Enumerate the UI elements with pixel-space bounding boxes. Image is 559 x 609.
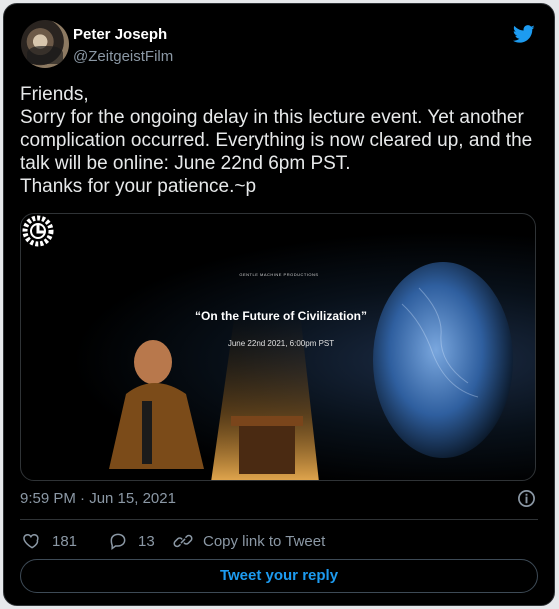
podium — [239, 422, 295, 474]
earth-planet — [373, 262, 513, 458]
copy-link-action[interactable]: Copy link to Tweet — [173, 531, 325, 551]
lecture-poster-image[interactable]: GENTLE MACHINE PRODUCTIONS “On the Futur… — [20, 213, 536, 481]
copy-link-label: Copy link to Tweet — [203, 532, 326, 550]
tweet-card: Peter Joseph @ZeitgeistFilm Friends, Sor… — [3, 3, 555, 606]
like-action[interactable]: 181 — [22, 531, 77, 551]
tweet-text: Friends, Sorry for the ongoing delay in … — [20, 84, 533, 197]
reply-count: 13 — [138, 532, 155, 550]
like-count: 181 — [52, 532, 78, 550]
author-handle[interactable]: @ZeitgeistFilm — [73, 48, 173, 65]
lecture-title: “On the Future of Civilization” — [195, 309, 367, 323]
link-icon — [173, 534, 193, 548]
production-name: GENTLE MACHINE PRODUCTIONS — [239, 272, 319, 277]
avatar[interactable] — [21, 20, 69, 68]
reply-icon — [110, 533, 126, 550]
tweet-timestamp[interactable]: 9:59 PM · Jun 15, 2021 — [20, 490, 176, 507]
divider — [20, 519, 538, 520]
info-icon[interactable] — [517, 489, 536, 508]
speaker-body — [109, 383, 204, 469]
heart-icon — [23, 533, 39, 549]
gear-logo-icon — [22, 215, 54, 247]
reply-action[interactable]: 13 — [108, 531, 155, 551]
speaker-head — [134, 340, 172, 384]
lecture-date: June 22nd 2021, 6:00pm PST — [227, 339, 335, 348]
twitter-bird-icon[interactable] — [512, 23, 536, 45]
tweet-reply-button[interactable]: Tweet your reply — [20, 559, 538, 593]
author-name[interactable]: Peter Joseph — [73, 26, 167, 43]
